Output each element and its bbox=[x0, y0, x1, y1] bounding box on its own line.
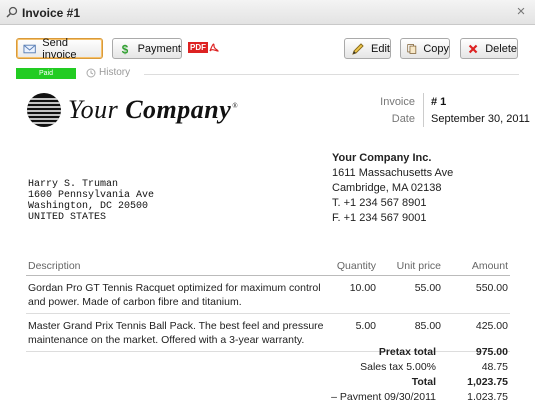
item-amount: 550.00 bbox=[443, 275, 510, 314]
edit-button[interactable]: Edit bbox=[344, 38, 391, 59]
item-description: Gordan Pro GT Tennis Racquet optimized f… bbox=[26, 275, 326, 314]
recipient-street: 1600 Pennsylvania Ave bbox=[28, 190, 155, 201]
copy-label: Copy bbox=[423, 42, 449, 55]
dollar-icon: $ bbox=[122, 43, 129, 56]
pretax-total-label: Pretax total bbox=[378, 345, 436, 358]
recipient-address: Harry S. Truman 1600 Pennsylvania Ave Wa… bbox=[28, 179, 154, 223]
recipient-city: Washington, DC 20500 bbox=[28, 201, 149, 212]
invoice-number-value: # 1 bbox=[431, 95, 447, 108]
logo-word-company: Company bbox=[125, 95, 232, 124]
invoice-number-label: Invoice bbox=[380, 95, 415, 108]
window-title: Invoice #1 bbox=[22, 6, 81, 20]
copy-button[interactable]: Copy bbox=[400, 38, 450, 59]
company-logo-text: Your Company® bbox=[68, 95, 238, 125]
company-logo: Your Company® bbox=[26, 92, 238, 128]
sales-tax-value: 48.75 bbox=[481, 360, 508, 373]
payment-line-value: 1,023.75 bbox=[467, 390, 508, 400]
pretax-total-row: Pretax total 975.00 bbox=[290, 344, 508, 359]
table-row: Gordan Pro GT Tennis Racquet optimized f… bbox=[26, 275, 510, 314]
globe-logo-icon bbox=[27, 93, 61, 127]
invoice-meta: Invoice # 1 Date September 30, 2011 bbox=[370, 93, 530, 127]
invoice-date-value: September 30, 2011 bbox=[431, 112, 530, 125]
pdf-label: PDF bbox=[188, 41, 208, 53]
invoice-number-row: Invoice # 1 bbox=[370, 93, 530, 110]
payment-label: Payment bbox=[137, 42, 181, 55]
envelope-icon bbox=[23, 44, 36, 53]
sender-fax: F. +1 234 567 9001 bbox=[332, 212, 427, 224]
toolbar: Send invoice $ Payment PDF Edit Copy Del bbox=[0, 25, 535, 65]
payment-line-label: – Payment 09/30/2011 bbox=[331, 390, 436, 400]
invoice-date-label: Date bbox=[391, 112, 415, 125]
item-quantity: 10.00 bbox=[326, 275, 378, 314]
history-link[interactable]: History bbox=[86, 67, 130, 78]
search-icon bbox=[6, 6, 18, 18]
pretax-total-value: 975.00 bbox=[475, 345, 508, 358]
paid-status-badge: Paid bbox=[16, 68, 76, 79]
history-label: History bbox=[99, 67, 131, 78]
quantity-header: Quantity bbox=[326, 257, 378, 276]
item-description: Master Grand Prix Tennis Ball Pack. The … bbox=[26, 313, 326, 352]
meta-divider bbox=[423, 93, 424, 110]
total-row: Total 1,023.75 bbox=[290, 374, 508, 389]
item-unit-price: 55.00 bbox=[378, 275, 443, 314]
acrobat-icon bbox=[209, 43, 219, 52]
sender-phone: T. +1 234 567 8901 bbox=[332, 197, 427, 209]
delete-x-icon bbox=[468, 44, 478, 53]
send-invoice-button[interactable]: Send invoice bbox=[16, 36, 103, 61]
sender-company: Your Company Inc. bbox=[332, 152, 432, 164]
history-clock-icon bbox=[86, 68, 96, 77]
delete-button[interactable]: Delete bbox=[460, 38, 518, 59]
status-divider bbox=[144, 74, 519, 75]
delete-label: Delete bbox=[485, 42, 517, 55]
sender-address: Your Company Inc. 1611 Massachusetts Ave… bbox=[332, 151, 453, 226]
recipient-country: UNITED STATES bbox=[28, 212, 107, 223]
sales-tax-row: Sales tax 5.00% 48.75 bbox=[290, 359, 508, 374]
line-items-table: Description Quantity Unit price Amount G… bbox=[26, 257, 510, 352]
close-icon[interactable]: × bbox=[513, 4, 529, 20]
pdf-button[interactable]: PDF bbox=[188, 41, 220, 53]
pencil-icon bbox=[352, 42, 364, 55]
payment-button[interactable]: $ Payment bbox=[112, 38, 182, 59]
sender-city: Cambridge, MA 02138 bbox=[332, 182, 442, 194]
svg-text:$: $ bbox=[122, 43, 129, 56]
recipient-name: Harry S. Truman bbox=[28, 179, 119, 190]
registered-mark: ® bbox=[232, 102, 239, 111]
payment-row: – Payment 09/30/2011 1,023.75 bbox=[290, 389, 508, 400]
copy-icon bbox=[407, 43, 417, 54]
sales-tax-label: Sales tax 5.00% bbox=[360, 360, 436, 373]
total-value: 1,023.75 bbox=[467, 375, 508, 388]
table-header-row: Description Quantity Unit price Amount bbox=[26, 257, 510, 276]
meta-divider bbox=[423, 110, 424, 127]
edit-label: Edit bbox=[371, 42, 390, 55]
unit-price-header: Unit price bbox=[378, 257, 443, 276]
total-label: Total bbox=[411, 375, 436, 388]
send-invoice-label: Send invoice bbox=[42, 36, 77, 61]
status-row: Paid History bbox=[16, 67, 519, 82]
amount-header: Amount bbox=[443, 257, 510, 276]
logo-word-your: Your bbox=[68, 95, 119, 124]
sender-street: 1611 Massachusetts Ave bbox=[332, 167, 454, 179]
description-header: Description bbox=[26, 257, 326, 276]
totals-block: Pretax total 975.00 Sales tax 5.00% 48.7… bbox=[290, 344, 508, 400]
invoice-date-row: Date September 30, 2011 bbox=[370, 110, 530, 127]
title-bar: Invoice #1 × bbox=[0, 0, 535, 25]
